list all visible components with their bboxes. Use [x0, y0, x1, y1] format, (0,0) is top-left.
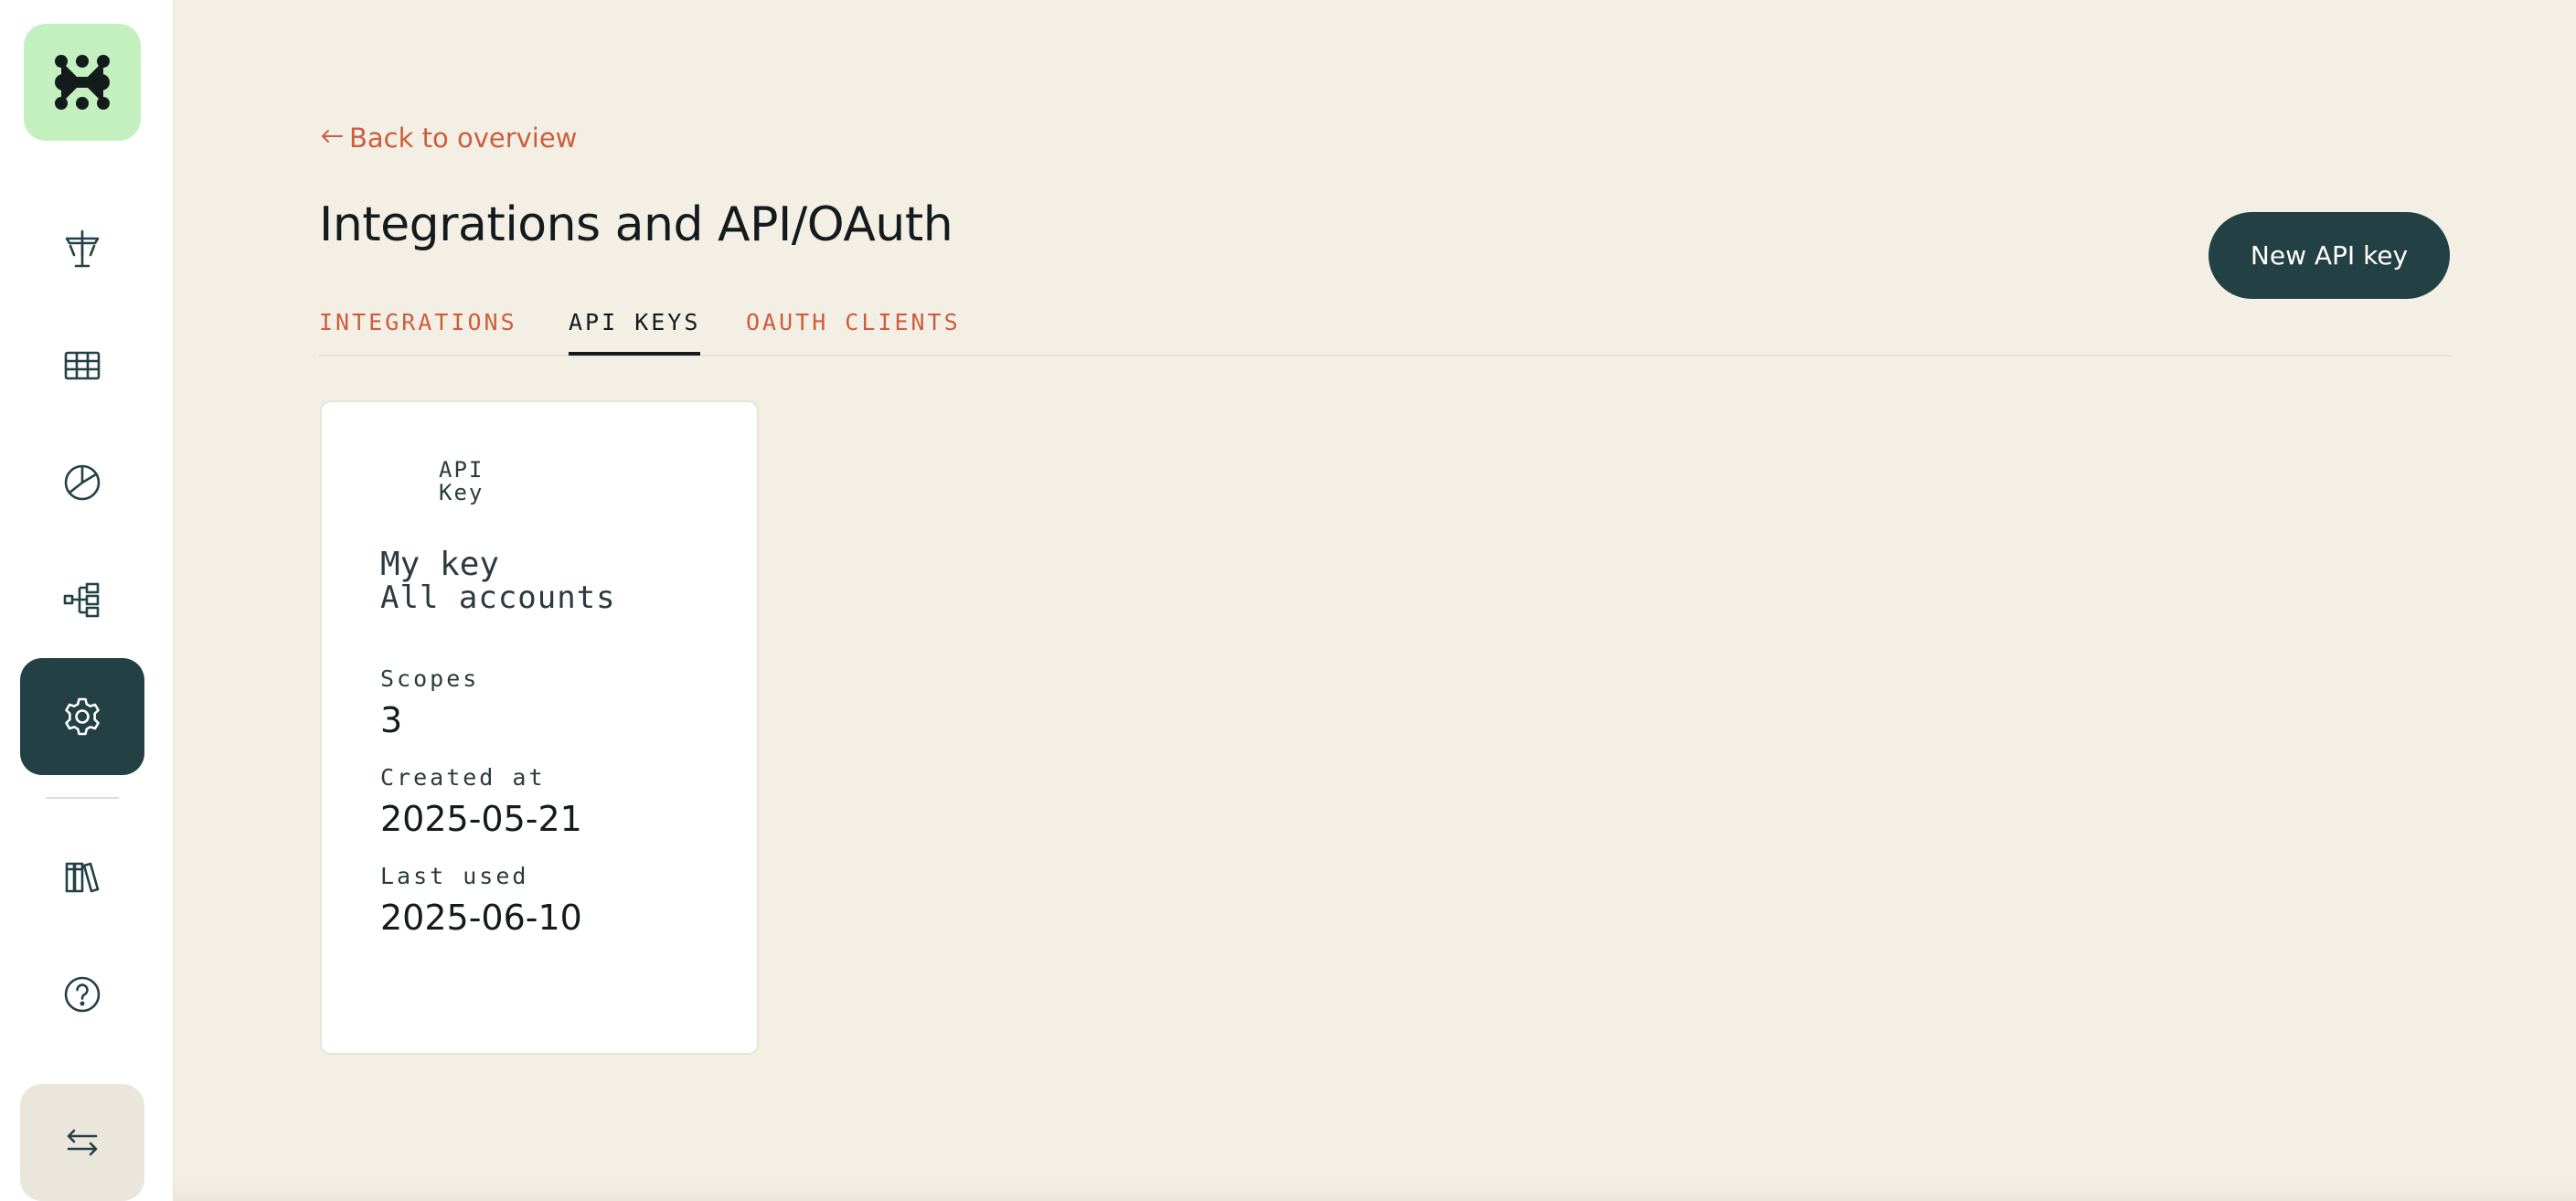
nav-settings-button[interactable]	[20, 658, 144, 775]
crossroads-sign-icon	[65, 229, 100, 268]
back-to-overview-link[interactable]: Back to overview	[320, 122, 577, 154]
nav-automations-button[interactable]	[20, 541, 144, 658]
swap-arrows-icon	[67, 1129, 98, 1156]
page-title: Integrations and API/OAuth	[319, 197, 953, 252]
bottom-shade	[174, 1179, 2576, 1201]
nav-workspace-button[interactable]	[20, 190, 144, 307]
created-at-value: 2025-05-21	[380, 799, 582, 839]
nav-reports-button[interactable]	[20, 424, 144, 541]
nav-library-button[interactable]	[20, 819, 144, 936]
tab-api-keys[interactable]: API KEYS	[569, 309, 701, 356]
pie-chart-icon	[64, 464, 101, 501]
nav-tables-button[interactable]	[20, 307, 144, 424]
key-name: My key	[380, 546, 500, 583]
last-used-value: 2025-06-10	[380, 898, 582, 938]
scopes-count: 3	[380, 700, 403, 740]
api-key-card[interactable]: API Key My key All accounts Scopes 3 Cre…	[320, 400, 759, 1055]
sidebar	[0, 0, 174, 1201]
flow-diagram-icon	[63, 582, 100, 618]
question-circle-icon	[64, 976, 101, 1013]
brand-logo[interactable]	[24, 24, 141, 141]
sidebar-divider	[46, 797, 119, 799]
last-used-label: Last used	[380, 863, 529, 889]
books-icon	[65, 862, 100, 893]
new-api-key-button[interactable]: New API key	[2209, 212, 2450, 299]
key-type-line-2: Key	[439, 480, 484, 505]
tab-oauth-clients[interactable]: OAUTH CLIENTS	[746, 309, 961, 352]
table-grid-icon	[64, 351, 101, 380]
tab-bar: INTEGRATIONS API KEYS OAUTH CLIENTS	[319, 302, 2451, 356]
created-at-label: Created at	[380, 764, 546, 791]
arrow-left-icon	[322, 130, 343, 143]
key-type-label: API Key	[439, 459, 484, 505]
nav-help-button[interactable]	[20, 936, 144, 1053]
gear-icon	[65, 697, 100, 736]
scopes-label: Scopes	[380, 665, 480, 692]
tab-integrations[interactable]: INTEGRATIONS	[319, 309, 517, 352]
brand-logo-icon	[55, 55, 110, 110]
key-account-scope: All accounts	[380, 579, 616, 616]
nav-switch-button[interactable]	[20, 1084, 144, 1201]
key-type-line-1: API	[439, 457, 484, 483]
back-link-label: Back to overview	[349, 122, 578, 154]
